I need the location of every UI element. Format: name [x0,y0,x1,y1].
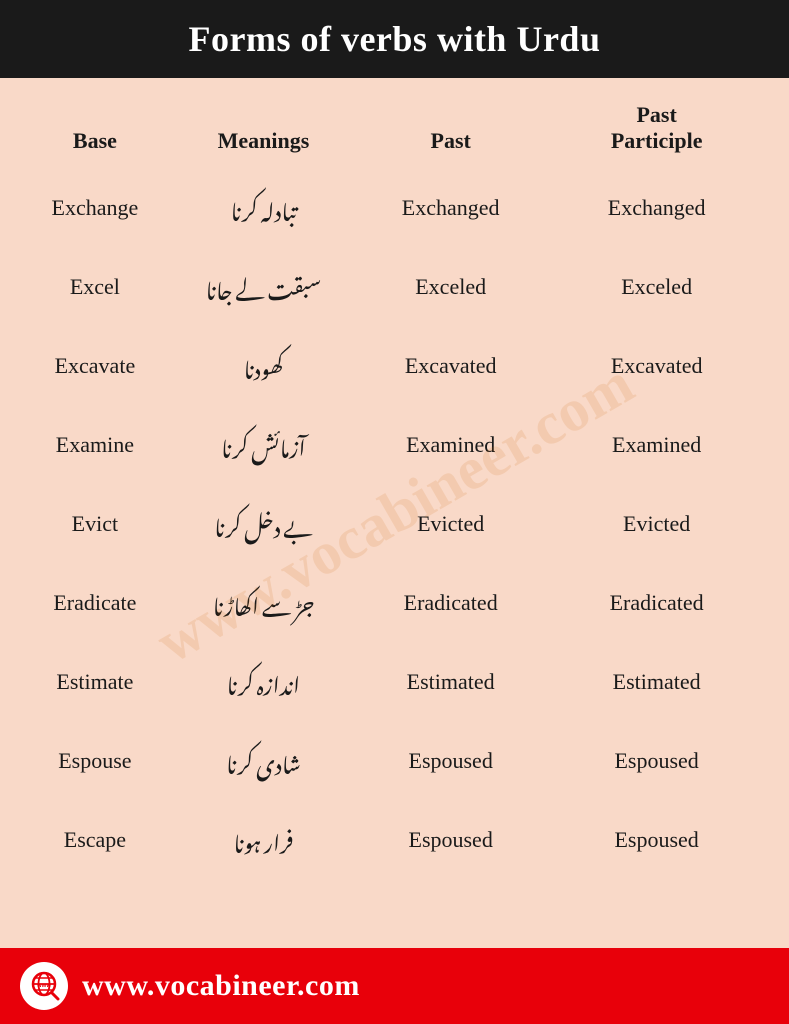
footer-url: www.vocabineer.com [82,969,360,1003]
table-row: Examineآزمائش کرناExaminedExamined [20,405,769,484]
col-header-participle: PastParticiple [544,88,769,168]
table-row: Exchangeتبادلہ کرناExchangedExchanged [20,168,769,247]
cell-past: Evicted [357,484,544,563]
footer-icon-circle: www [20,962,68,1010]
cell-past: Estimated [357,642,544,721]
verb-table: Base Meanings Past PastParticiple Exchan… [20,88,769,879]
cell-base: Exchange [20,168,170,247]
cell-base: Estimate [20,642,170,721]
cell-meanings: شادی کرنا [170,721,357,800]
cell-past: Espoused [357,721,544,800]
cell-past: Exceled [357,247,544,326]
cell-base: Espouse [20,721,170,800]
cell-meanings: کھودنا [170,326,357,405]
cell-past: Examined [357,405,544,484]
table-header-row: Base Meanings Past PastParticiple [20,88,769,168]
col-header-meanings: Meanings [170,88,357,168]
cell-meanings: فرار ہونا [170,800,357,879]
cell-meanings: آزمائش کرنا [170,405,357,484]
table-row: Evictبے دخل کرناEvictedEvicted [20,484,769,563]
table-row: Excelسبقت لے جاناExceledExceled [20,247,769,326]
cell-participle: Espoused [544,800,769,879]
cell-participle: Estimated [544,642,769,721]
table-row: Espouseشادی کرناEspousedEspoused [20,721,769,800]
table-container: www.vocabineer.com Base Meanings Past Pa… [0,78,789,948]
cell-past: Eradicated [357,563,544,642]
table-row: Escapeفرار ہوناEspousedEspoused [20,800,769,879]
cell-meanings: اندازہ کرنا [170,642,357,721]
cell-base: Examine [20,405,170,484]
cell-base: Escape [20,800,170,879]
table-row: ExcavateکھودناExcavatedExcavated [20,326,769,405]
cell-past: Excavated [357,326,544,405]
cell-past: Espoused [357,800,544,879]
cell-meanings: بے دخل کرنا [170,484,357,563]
cell-base: Excavate [20,326,170,405]
cell-meanings: تبادلہ کرنا [170,168,357,247]
cell-base: Excel [20,247,170,326]
cell-participle: Examined [544,405,769,484]
cell-base: Eradicate [20,563,170,642]
cell-participle: Excavated [544,326,769,405]
www-icon: www [28,970,60,1002]
cell-base: Evict [20,484,170,563]
page-header: Forms of verbs with Urdu [0,0,789,78]
cell-past: Exchanged [357,168,544,247]
cell-meanings: سبقت لے جانا [170,247,357,326]
table-row: Estimateاندازہ کرناEstimatedEstimated [20,642,769,721]
cell-participle: Eradicated [544,563,769,642]
table-row: Eradicateجڑ سے اکھاڑناEradicatedEradicat… [20,563,769,642]
cell-meanings: جڑ سے اکھاڑنا [170,563,357,642]
svg-text:www: www [36,983,51,989]
page-title: Forms of verbs with Urdu [20,18,769,60]
cell-participle: Exceled [544,247,769,326]
col-header-base: Base [20,88,170,168]
cell-participle: Evicted [544,484,769,563]
cell-participle: Espoused [544,721,769,800]
footer: www www.vocabineer.com [0,948,789,1024]
col-header-past: Past [357,88,544,168]
cell-participle: Exchanged [544,168,769,247]
